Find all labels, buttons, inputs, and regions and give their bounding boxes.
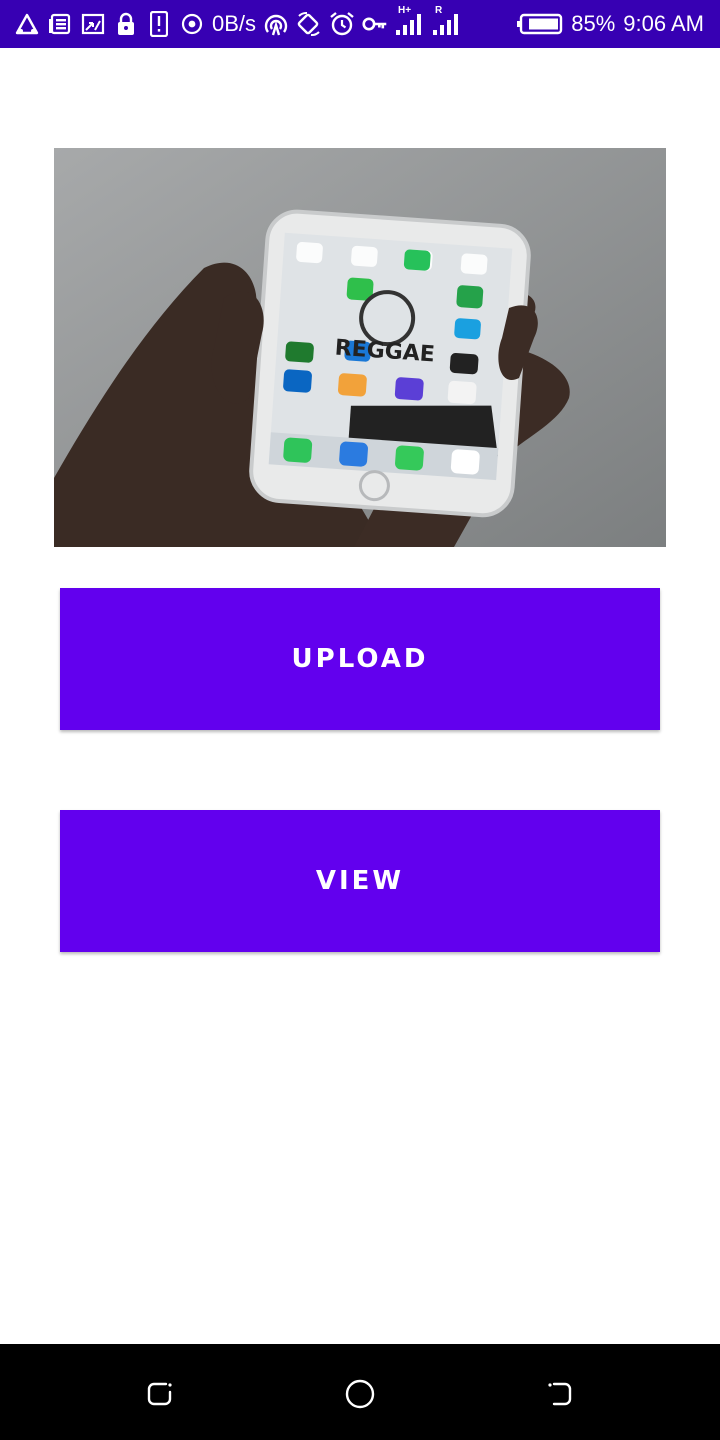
sim-alert-icon	[146, 11, 172, 37]
signal-icon: R	[432, 5, 462, 37]
recents-icon[interactable]	[140, 1374, 180, 1414]
battery-percent: 85%	[571, 11, 616, 36]
hero-image: REGGAE	[54, 148, 666, 547]
signal-icon: H+	[395, 5, 425, 37]
target-icon	[179, 11, 205, 37]
network-speed: 0B/s	[212, 11, 257, 36]
status-bar: 0B/s H+ R 85% 9:06 AM	[0, 0, 720, 48]
news-icon	[47, 11, 73, 37]
alert-triangle-icon	[14, 11, 40, 37]
view-button[interactable]: VIEW	[60, 810, 660, 952]
alarm-icon	[329, 11, 355, 37]
battery-icon	[517, 11, 563, 37]
back-icon[interactable]	[540, 1374, 580, 1414]
network-type-label: H+	[398, 5, 412, 16]
rotate-icon	[296, 11, 322, 37]
navigation-bar	[0, 1344, 720, 1440]
cast-icon	[80, 11, 106, 37]
upload-button[interactable]: UPLOAD	[60, 588, 660, 730]
lock-icon	[113, 11, 139, 37]
clock: 9:06 AM	[623, 11, 704, 36]
roaming-label: R	[435, 5, 443, 16]
hotspot-icon	[263, 11, 289, 37]
home-icon[interactable]	[340, 1374, 380, 1414]
vpn-key-icon	[362, 11, 388, 37]
main-content: REGGAE UPLOAD VIEW	[0, 48, 720, 1344]
